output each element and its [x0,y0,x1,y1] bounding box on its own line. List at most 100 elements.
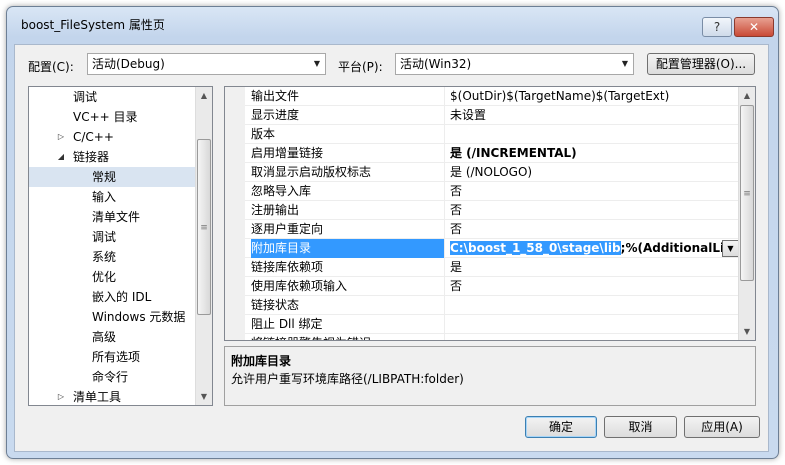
property-row[interactable]: 逐用户重定向否 [225,220,739,239]
row-gutter [225,106,245,125]
title-bar[interactable]: boost_FileSystem 属性页 ? ✕ [7,7,778,37]
window-title: boost_FileSystem 属性页 [21,18,165,32]
tree-item-label: 命令行 [92,370,129,384]
row-gutter [225,144,245,163]
row-gutter [225,258,245,277]
scroll-down-icon[interactable]: ▼ [739,323,755,340]
tree-item[interactable]: 输入 [29,187,208,207]
scroll-thumb[interactable]: ≡ [740,105,754,281]
property-row[interactable]: 启用增量链接是 (/INCREMENTAL) [225,144,739,163]
property-row[interactable]: 链接状态 [225,296,739,315]
property-name: 将链接器警告视为错误 [251,334,445,340]
tree-item[interactable]: ▷ C/C++ [29,127,208,147]
property-value[interactable]: 是 [450,258,739,277]
help-button[interactable]: ? [702,17,732,37]
tree-item[interactable]: 优化 [29,267,208,287]
property-row[interactable]: 取消显示启动版权标志是 (/NOLOGO) [225,163,739,182]
config-select[interactable]: 活动(Debug) ▼ [87,53,326,75]
tree-item[interactable]: 调试 [29,227,208,247]
row-gutter [225,125,245,144]
property-tree[interactable]: 调试 VC++ 目录 ▷ C/C++ ◢ 链接器 常规 输入 清单文件 调试 系统 优化 嵌入的 IDL… [28,86,213,406]
collapse-arrow-icon[interactable]: ◢ [56,147,66,167]
property-name: 链接库依赖项 [251,258,445,277]
property-value[interactable] [450,125,739,144]
tree-item-label: 清单工具 [73,390,122,404]
config-manager-button[interactable]: 配置管理器(O)... [647,53,755,75]
tree-item[interactable]: 清单文件 [29,207,208,227]
tree-item[interactable]: 高级 [29,327,208,347]
property-value[interactable]: 否 [450,277,739,296]
property-row[interactable]: 将链接器警告视为错误 [225,334,739,340]
apply-button[interactable]: 应用(A) [684,416,760,438]
tree-item-label: 输入 [92,190,117,204]
scroll-up-icon[interactable]: ▲ [739,87,755,104]
property-name: 输出文件 [251,87,445,106]
property-value[interactable] [450,296,739,315]
property-row[interactable]: 输出文件 $(OutDir)$(TargetName)$(TargetExt) [225,87,739,106]
row-gutter [225,239,245,258]
property-row[interactable]: 附加库目录 C:\boost_1_58_0\stage\lib;%(Additio… [225,239,739,258]
property-row[interactable]: 链接库依赖项是 [225,258,739,277]
property-value[interactable]: 是 (/INCREMENTAL) [450,144,739,163]
property-row[interactable]: 版本 [225,125,739,144]
cancel-button[interactable]: 取消 [604,416,677,438]
tree-item-label: 常规 [92,170,117,184]
expand-arrow-icon[interactable]: ▷ [56,387,66,405]
property-name: 版本 [251,125,445,144]
scroll-down-icon[interactable]: ▼ [196,388,212,405]
row-gutter [225,334,245,340]
tree-item[interactable]: 所有选项 [29,347,208,367]
description-panel: 附加库目录 允许用户重写环境库路径(/LIBPATH:folder) [224,346,756,406]
selected-text[interactable]: C:\boost_1_58_0\stage\lib [450,241,621,255]
property-value[interactable]: 否 [450,182,739,201]
property-row[interactable]: 注册输出否 [225,201,739,220]
tree-item[interactable]: 系统 [29,247,208,267]
property-value[interactable]: $(OutDir)$(TargetName)$(TargetExt) [450,87,739,106]
tree-item[interactable]: 调试 [29,87,208,107]
tree-item[interactable]: VC++ 目录 [29,107,208,127]
property-name: 附加库目录 [251,239,445,258]
property-name: 显示进度 [251,106,445,125]
property-value[interactable]: 是 (/NOLOGO) [450,163,739,182]
tree-item[interactable]: Windows 元数据 [29,307,208,327]
tree-item-label: 调试 [73,90,98,104]
property-name: 取消显示启动版权标志 [251,163,445,182]
property-row[interactable]: 使用库依赖项输入否 [225,277,739,296]
property-value[interactable] [450,315,739,334]
scroll-thumb[interactable]: ≡ [197,139,211,315]
platform-select[interactable]: 活动(Win32) ▼ [395,53,634,75]
chevron-down-icon: ▼ [621,59,629,68]
property-value[interactable] [450,334,739,340]
property-value[interactable]: 未设置 [450,106,739,125]
property-grid[interactable]: 输出文件 $(OutDir)$(TargetName)$(TargetExt) 显示… [224,86,756,341]
property-name: 忽略导入库 [251,182,445,201]
property-row[interactable]: 阻止 Dll 绑定 [225,315,739,334]
row-gutter [225,220,245,239]
grid-scrollbar[interactable]: ▲ ≡ ▼ [738,87,755,340]
platform-value: 活动(Win32) [400,57,472,71]
property-name: 使用库依赖项输入 [251,277,445,296]
property-value[interactable]: C:\boost_1_58_0\stage\lib;%(AdditionalLi… [450,239,739,258]
tree-item[interactable]: ◢ 链接器 [29,147,208,167]
tree-item-label: 优化 [92,270,117,284]
tree-item[interactable]: ▷ 清单工具 [29,387,208,405]
property-row[interactable]: 显示进度 未设置 [225,106,739,125]
platform-label: 平台(P): [338,60,383,74]
tree-item[interactable]: 命令行 [29,367,208,387]
description-text: 允许用户重写环境库路径(/LIBPATH:folder) [231,372,464,386]
property-row[interactable]: 忽略导入库否 [225,182,739,201]
property-value[interactable]: 否 [450,201,739,220]
expand-arrow-icon[interactable]: ▷ [56,127,66,147]
tree-item[interactable]: 常规 [29,167,208,187]
tree-item-label: VC++ 目录 [73,110,138,124]
dropdown-arrow-icon[interactable]: ▼ [722,240,739,257]
tree-item[interactable]: 嵌入的 IDL [29,287,208,307]
tree-item-label: 清单文件 [92,210,141,224]
tree-scrollbar[interactable]: ▲ ≡ ▼ [195,87,212,405]
chevron-down-icon: ▼ [313,59,321,68]
property-value[interactable]: 否 [450,220,739,239]
ok-button[interactable]: 确定 [525,416,597,438]
description-title: 附加库目录 [231,354,292,368]
scroll-up-icon[interactable]: ▲ [196,87,212,104]
close-button[interactable]: ✕ [734,17,774,37]
